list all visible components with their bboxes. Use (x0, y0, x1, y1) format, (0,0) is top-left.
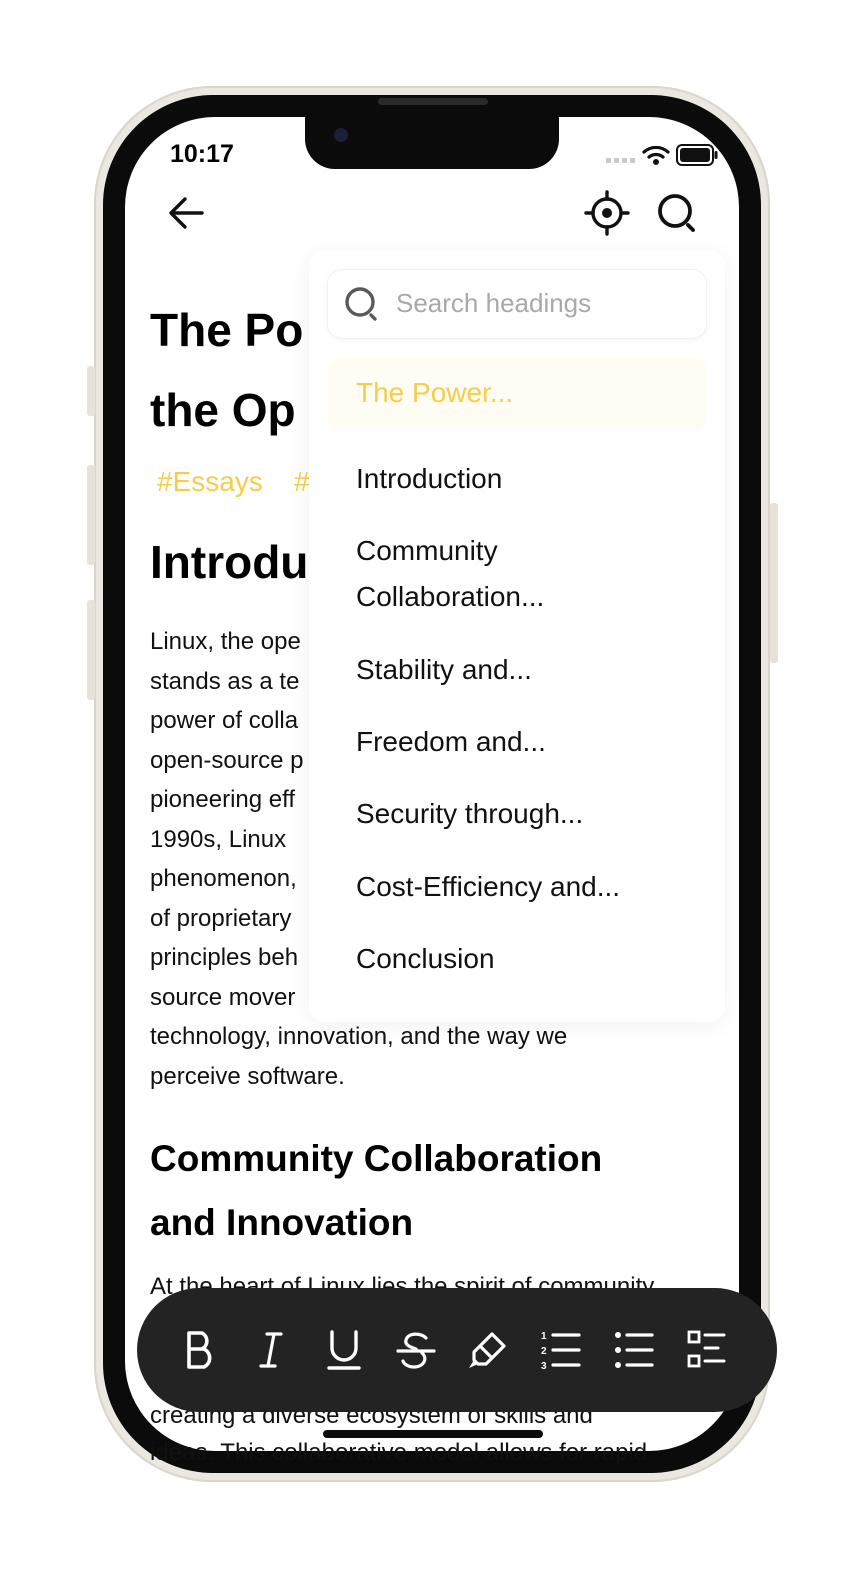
italic-icon[interactable] (249, 1328, 293, 1372)
outline-item-introduction[interactable]: Introduction (356, 456, 686, 502)
heading-community: Community Collaboration and Innovation (150, 1138, 603, 1243)
intro-line: technology, innovation, and the way we (150, 1023, 568, 1050)
outline-item-title[interactable]: The Power... (356, 370, 686, 416)
home-indicator[interactable] (323, 1430, 543, 1438)
outline-item-conclusion[interactable]: Conclusion (356, 936, 686, 982)
highlight-icon[interactable] (466, 1328, 510, 1372)
outline-item-freedom[interactable]: Freedom and... (356, 719, 686, 765)
tag-essays[interactable]: #Essays (157, 466, 263, 498)
status-time: 10:17 (170, 140, 234, 168)
outline-item-security[interactable]: Security through... (356, 791, 686, 837)
svg-text:1: 1 (541, 1331, 547, 1342)
bold-icon[interactable] (178, 1328, 222, 1372)
svg-text:2: 2 (541, 1346, 547, 1357)
checklist-icon[interactable] (686, 1328, 730, 1372)
mute-switch (87, 366, 95, 416)
strikethrough-icon[interactable] (394, 1328, 438, 1372)
svg-text:3: 3 (541, 1361, 547, 1372)
battery-icon (676, 144, 718, 166)
outline-item-stability[interactable]: Stability and... (356, 647, 686, 693)
wifi-icon (642, 145, 670, 165)
intro-line: perceive software. (150, 1062, 345, 1090)
speaker-grille (378, 98, 488, 105)
search-icon[interactable] (656, 192, 700, 236)
volume-down-button (87, 600, 95, 700)
front-camera (334, 128, 348, 142)
crosshair-icon[interactable] (584, 190, 630, 236)
arrow-left-icon[interactable] (166, 194, 206, 232)
community-paragraph-line: ideas. This collaborative model allows f… (150, 1439, 648, 1466)
notch (305, 117, 559, 169)
tag-second[interactable]: # (294, 466, 310, 498)
cellular-signal-icon (606, 158, 635, 163)
outline-item-community[interactable]: Community Collaboration... (356, 528, 596, 620)
bulleted-list-icon[interactable] (612, 1328, 656, 1372)
power-button (770, 503, 778, 663)
outline-item-cost-efficiency[interactable]: Cost-Efficiency and... (356, 864, 686, 910)
heading-introduction: Introdu (150, 536, 309, 588)
volume-up-button (87, 465, 95, 565)
underline-icon[interactable] (322, 1328, 366, 1372)
numbered-list-icon[interactable]: 1 2 3 (539, 1328, 583, 1372)
search-placeholder: Search headings (396, 288, 592, 318)
formatting-toolbar (137, 1288, 777, 1412)
search-icon (345, 287, 377, 321)
